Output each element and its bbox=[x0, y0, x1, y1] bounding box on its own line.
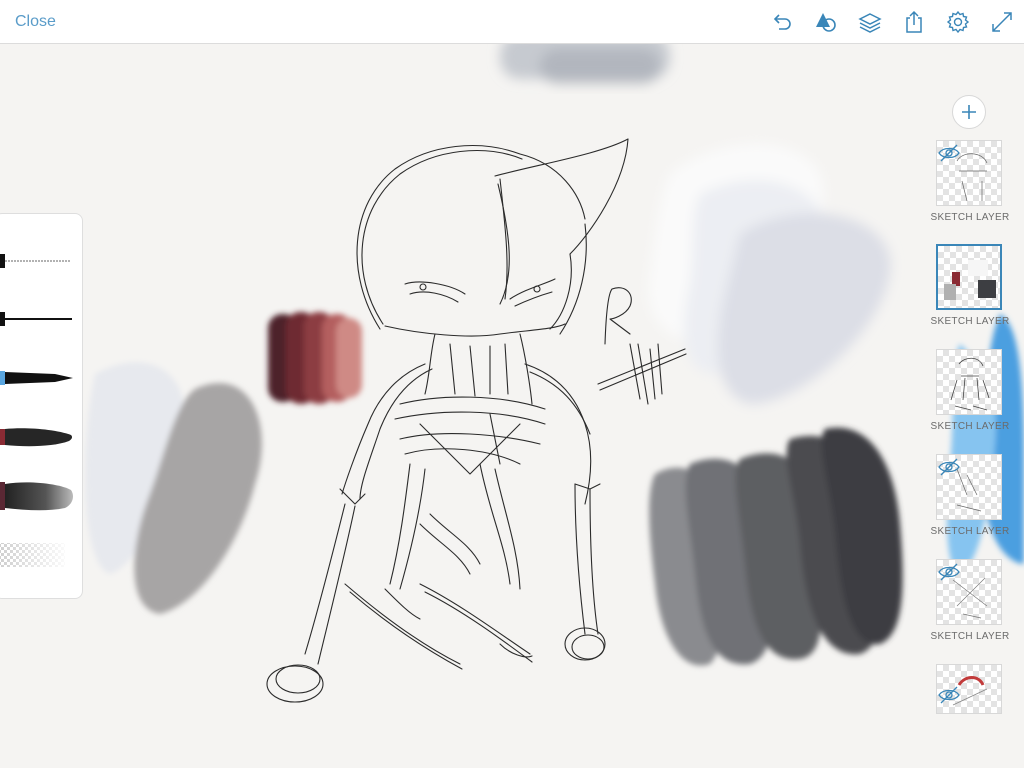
shape-tools-icon[interactable] bbox=[814, 10, 838, 34]
fullscreen-icon[interactable] bbox=[990, 10, 1014, 34]
undo-icon[interactable] bbox=[770, 10, 794, 34]
ink-pen-icon bbox=[0, 312, 72, 326]
layer-item[interactable] bbox=[930, 664, 1010, 764]
hidden-eye-icon[interactable] bbox=[937, 683, 961, 707]
marker-icon bbox=[0, 371, 73, 385]
layer-item[interactable]: SKETCH LAYER bbox=[930, 140, 1010, 240]
settings-icon[interactable] bbox=[946, 10, 970, 34]
layer-label: SKETCH LAYER bbox=[930, 212, 1010, 223]
add-layer-button[interactable] bbox=[952, 95, 986, 129]
character-sketch bbox=[266, 138, 687, 703]
layer-thumbnail bbox=[936, 559, 1002, 625]
layer-label: SKETCH LAYER bbox=[930, 421, 1010, 432]
layer-thumbnail bbox=[936, 664, 1002, 714]
red-swatch bbox=[268, 312, 362, 404]
share-icon[interactable] bbox=[902, 10, 926, 34]
eraser-icon bbox=[0, 543, 65, 567]
layer-thumbnail bbox=[936, 140, 1002, 206]
marker-brush-tool[interactable] bbox=[0, 358, 75, 398]
layer-label: SKETCH LAYER bbox=[930, 526, 1010, 537]
pencil-icon bbox=[0, 254, 71, 268]
top-toolbar: Close bbox=[0, 0, 1024, 44]
layer-item[interactable]: SKETCH LAYER bbox=[930, 349, 1010, 449]
close-button[interactable]: Close bbox=[15, 13, 56, 31]
watercolor-brush-tool[interactable] bbox=[0, 476, 75, 516]
drawing-canvas[interactable] bbox=[0, 44, 1024, 768]
artwork bbox=[85, 44, 1024, 703]
watercolor-icon bbox=[0, 482, 73, 511]
layer-item[interactable]: SKETCH LAYER bbox=[930, 454, 1010, 554]
brush-panel bbox=[0, 213, 83, 599]
hidden-eye-icon[interactable] bbox=[937, 141, 961, 165]
layer-thumbnail bbox=[936, 349, 1002, 415]
hidden-eye-icon[interactable] bbox=[937, 560, 961, 584]
layers-icon[interactable] bbox=[858, 10, 882, 34]
plus-icon bbox=[962, 105, 976, 119]
layer-thumbnail bbox=[936, 454, 1002, 520]
ink-brush-tool[interactable] bbox=[0, 299, 75, 339]
paint-brush-tool[interactable] bbox=[0, 417, 75, 457]
layer-item[interactable]: SKETCH LAYER bbox=[930, 559, 1010, 659]
paint-brush-icon bbox=[0, 428, 73, 447]
pencil-brush-tool[interactable] bbox=[0, 241, 75, 281]
layer-item-selected[interactable]: SKETCH LAYER bbox=[930, 244, 1010, 344]
dark-gray-swatch bbox=[649, 427, 903, 666]
layer-label: SKETCH LAYER bbox=[930, 631, 1010, 642]
hidden-eye-icon[interactable] bbox=[937, 455, 961, 479]
white-swatch bbox=[648, 144, 891, 404]
top-gray-swatch bbox=[500, 44, 670, 84]
layer-label: SKETCH LAYER bbox=[930, 316, 1010, 327]
left-gray-swatch bbox=[85, 362, 262, 614]
eraser-tool[interactable] bbox=[0, 535, 75, 575]
layer-thumbnail bbox=[936, 244, 1002, 310]
